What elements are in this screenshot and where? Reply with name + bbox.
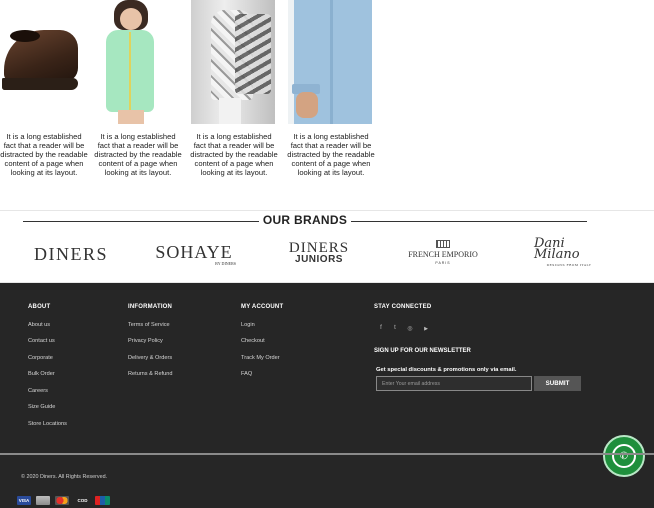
payment-label: COD bbox=[77, 498, 88, 503]
product-grid: It is a long established fact that a rea… bbox=[0, 0, 654, 210]
brand-name: Dani Milano bbox=[534, 235, 580, 262]
footer-link-corporate[interactable]: Corporate bbox=[28, 355, 53, 361]
product-card[interactable]: It is a long established fact that a rea… bbox=[287, 0, 375, 178]
footer-link-privacy[interactable]: Privacy Policy bbox=[128, 338, 163, 344]
brand-name: DINERS bbox=[33, 243, 108, 264]
footer-link-bulk-order[interactable]: Bulk Order bbox=[28, 371, 55, 377]
brand-name: DINERS bbox=[288, 240, 350, 256]
brand-logo-dani-milano[interactable]: Dani Milano DESIGNS FROM ITALY bbox=[534, 235, 604, 268]
divider bbox=[0, 210, 654, 211]
product-image-girl-kurta[interactable] bbox=[96, 0, 180, 124]
footer-link-checkout[interactable]: Checkout bbox=[241, 338, 265, 344]
newsletter-heading: SIGN UP FOR OUR NEWSLETTER bbox=[374, 348, 471, 354]
footer-divider bbox=[0, 453, 654, 455]
whatsapp-icon: ✆ bbox=[612, 444, 636, 468]
brand-name: FRENCH EMPORIO bbox=[408, 250, 478, 259]
brand-name: SOHAYE bbox=[155, 242, 233, 262]
footer-link-about-us[interactable]: About us bbox=[28, 322, 50, 328]
brand-sub: DESIGNS FROM ITALY bbox=[546, 262, 592, 267]
divider bbox=[23, 221, 259, 222]
visa-icon: VISA bbox=[17, 496, 31, 505]
product-image-man-shirt[interactable] bbox=[288, 0, 372, 124]
product-image-loafer[interactable] bbox=[0, 0, 84, 124]
product-caption: It is a long established fact that a rea… bbox=[94, 132, 182, 177]
product-image-woman-suit[interactable] bbox=[191, 0, 275, 124]
footer-link-track-order[interactable]: Track My Order bbox=[241, 355, 280, 361]
cod-icon: COD bbox=[74, 496, 91, 505]
brand-logo-diners-juniors[interactable]: DINERS JUNIORS bbox=[282, 240, 356, 268]
footer-heading-stay-connected: STAY CONNECTED bbox=[374, 304, 432, 310]
facebook-icon[interactable]: f bbox=[376, 325, 386, 331]
footer-link-faq[interactable]: FAQ bbox=[241, 371, 252, 377]
card-icon bbox=[36, 496, 50, 505]
brand-logo-diners[interactable]: DINERS bbox=[30, 240, 112, 268]
product-caption: It is a long established fact that a rea… bbox=[287, 132, 375, 177]
footer-link-careers[interactable]: Careers bbox=[28, 388, 48, 394]
divider bbox=[351, 221, 587, 222]
unionpay-icon bbox=[95, 496, 110, 505]
newsletter-email-input[interactable] bbox=[376, 376, 532, 391]
footer-heading-information: INFORMATION bbox=[128, 304, 173, 310]
youtube-icon[interactable]: ▶ bbox=[421, 326, 431, 332]
payment-label: VISA bbox=[18, 498, 30, 503]
product-caption: It is a long established fact that a rea… bbox=[0, 132, 88, 177]
building-icon bbox=[436, 240, 450, 248]
instagram-icon[interactable]: ◎ bbox=[405, 325, 415, 332]
product-card[interactable]: It is a long established fact that a rea… bbox=[190, 0, 278, 178]
footer-link-terms[interactable]: Terms of Service bbox=[128, 322, 170, 328]
footer-heading-account: MY ACCOUNT bbox=[241, 304, 284, 310]
site-footer: ABOUT About us Contact us Corporate Bulk… bbox=[0, 283, 654, 508]
brands-title-row: OUR BRANDS bbox=[23, 213, 587, 229]
product-card[interactable]: It is a long established fact that a rea… bbox=[94, 0, 182, 178]
brands-section: OUR BRANDS DINERS SOHAYE BY DINERS DINER… bbox=[0, 210, 654, 283]
footer-link-store-locations[interactable]: Store Locations bbox=[28, 421, 67, 427]
whatsapp-chat-button[interactable]: ✆ bbox=[603, 435, 645, 477]
newsletter-submit-button[interactable]: SUBMIT bbox=[534, 376, 581, 391]
brand-sub: PARIS bbox=[435, 261, 451, 265]
mastercard-icon bbox=[55, 496, 69, 505]
brand-logo-french-emporio[interactable]: FRENCH EMPORIO PARIS bbox=[406, 240, 480, 268]
footer-link-size-guide[interactable]: Size Guide bbox=[28, 404, 55, 410]
newsletter-subheading: Get special discounts & promotions only … bbox=[376, 367, 517, 373]
product-caption: It is a long established fact that a rea… bbox=[190, 132, 278, 177]
footer-link-returns[interactable]: Returns & Refund bbox=[128, 371, 172, 377]
brand-sub: JUNIORS bbox=[295, 254, 343, 265]
product-card[interactable]: It is a long established fact that a rea… bbox=[0, 0, 88, 178]
twitter-icon[interactable]: t bbox=[390, 325, 400, 331]
footer-link-contact-us[interactable]: Contact us bbox=[28, 338, 55, 344]
footer-link-login[interactable]: Login bbox=[241, 322, 255, 328]
footer-heading-about: ABOUT bbox=[28, 304, 51, 310]
brand-sub: BY DINERS bbox=[215, 261, 236, 266]
copyright-text: © 2020 Diners. All Rights Reserved. bbox=[21, 474, 108, 480]
footer-link-delivery[interactable]: Delivery & Orders bbox=[128, 355, 172, 361]
brand-logo-sohaye[interactable]: SOHAYE BY DINERS bbox=[152, 240, 236, 268]
brands-title: OUR BRANDS bbox=[262, 213, 348, 227]
